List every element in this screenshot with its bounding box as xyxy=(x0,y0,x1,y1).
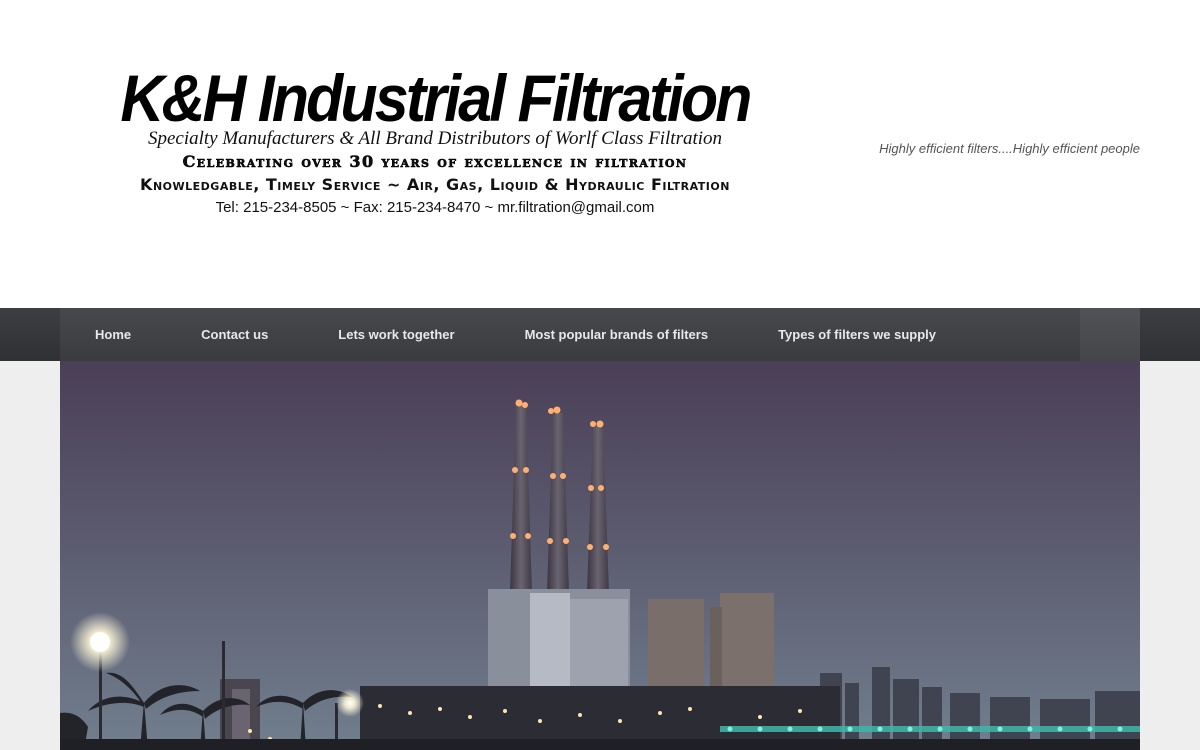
nav-item-contact-us[interactable]: Contact us xyxy=(201,327,268,342)
nav-item-popular-brands[interactable]: Most popular brands of filters xyxy=(525,327,708,342)
contact-line: Tel: 215-234-8505 ~ Fax: 215-234-8470 ~ … xyxy=(215,199,655,216)
site-tagline: Highly efficient filters....Highly effic… xyxy=(879,141,1140,156)
nav-list: Home Contact us Lets work together Most … xyxy=(60,308,1140,361)
nav-item-home[interactable]: Home xyxy=(95,327,131,342)
nav-item-filter-types[interactable]: Types of filters we supply xyxy=(778,327,936,342)
site-title: K&H Industrial Filtration xyxy=(120,61,752,135)
nav-bar: Home Contact us Lets work together Most … xyxy=(60,308,1140,361)
site-logo[interactable]: K&H Industrial Filtration Specialty Manu… xyxy=(60,62,810,218)
nav-end-cap xyxy=(1080,308,1140,361)
service-line: Knowledgable, Timely Service ~ Air, Gas,… xyxy=(140,175,730,194)
main-content xyxy=(0,361,1200,750)
site-header: K&H Industrial Filtration Specialty Manu… xyxy=(0,0,1200,308)
celebration-line: Celebrating over 30 years of excellence … xyxy=(182,152,688,172)
power-plant-night-photo xyxy=(60,361,1140,750)
hero-image xyxy=(60,361,1140,750)
nav-item-lets-work-together[interactable]: Lets work together xyxy=(338,327,454,342)
main-nav: Home Contact us Lets work together Most … xyxy=(0,308,1200,361)
